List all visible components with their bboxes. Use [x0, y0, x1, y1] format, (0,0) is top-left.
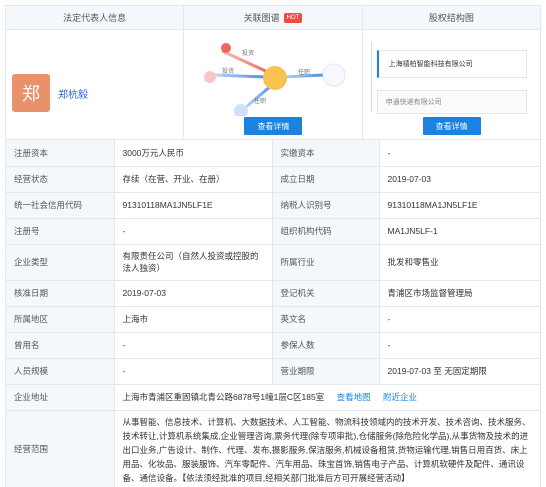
field-value: -: [379, 306, 540, 333]
relation-graph-icon[interactable]: 投资 任职 投资 任职: [184, 31, 362, 116]
field-label: 纳税人识别号: [272, 192, 380, 219]
field-label: 曾用名: [6, 332, 115, 359]
field-label: 所属地区: [6, 306, 115, 333]
field-value: 批发和零售业: [379, 244, 540, 281]
field-label: 企业类型: [6, 244, 115, 281]
company-info-card: 法定代表人信息 郑 郑杭毅 关联图谱 HOT 投资 任职 投资 任职 查看详情 …: [5, 5, 541, 487]
field-value: 存续（在营、开业、在册）: [114, 166, 273, 193]
field-value: MA1JN5LF-1: [379, 218, 540, 245]
table-row: 统一社会信用代码 91310118MA1JN5LF1E 纳税人识别号 91310…: [6, 192, 540, 219]
graph-center-node: [263, 66, 288, 90]
table-row: 经营范围 从事智能、信息技术、计算机、大数据技术、人工智能、物流科技领域内的技术…: [6, 410, 540, 487]
equity-detail-button[interactable]: 查看详情: [422, 117, 481, 135]
table-row: 经营状态 存续（在营、开业、在册） 成立日期 2019-07-03: [6, 166, 540, 193]
address-cell: 上海市青浦区重固镇北青公路6878号1幢1层C区185室 查看地图 附近企业: [114, 384, 540, 411]
equity-shareholder-node[interactable]: 申通快递有限公司: [376, 90, 527, 114]
relation-graph-header: 关联图谱 HOT: [184, 6, 362, 30]
field-label: 注册资本: [6, 140, 115, 167]
nearby-companies-link[interactable]: 附近企业: [383, 392, 417, 402]
field-label: 参保人数: [272, 332, 380, 359]
field-value: -: [114, 332, 273, 359]
field-label: 经营范围: [6, 410, 115, 487]
graph-node: [221, 43, 232, 53]
equity-connector: [370, 42, 372, 112]
table-row: 企业类型 有限责任公司（自然人投资或控股的法人独资） 所属行业 批发和零售业: [6, 244, 540, 281]
relation-detail-button[interactable]: 查看详情: [244, 117, 303, 135]
table-row: 注册资本 3000万元人民币 实缴资本 -: [6, 140, 540, 167]
field-label: 组织机构代码: [272, 218, 380, 245]
equity-panel: 股权结构图 上海禧柏智能科技有限公司 申通快递有限公司 查看详情: [362, 6, 540, 139]
graph-edge-label: 任职: [298, 68, 310, 76]
table-row: 曾用名 - 参保人数 -: [6, 332, 540, 359]
field-label: 统一社会信用代码: [6, 192, 115, 219]
field-label: 实缴资本: [272, 140, 380, 167]
business-info-table: 注册资本 3000万元人民币 实缴资本 - 经营状态 存续（在营、开业、在册） …: [6, 140, 540, 487]
field-value: -: [114, 358, 273, 385]
field-label: 成立日期: [272, 166, 380, 193]
business-scope-value: 从事智能、信息技术、计算机、大数据技术、人工智能、物流科技领域内的技术开发、技术…: [114, 410, 540, 487]
summary-panels: 法定代表人信息 郑 郑杭毅 关联图谱 HOT 投资 任职 投资 任职 查看详情 …: [6, 5, 540, 140]
field-value: 2019-07-03: [379, 166, 540, 193]
graph-edge-label: 任职: [254, 97, 266, 105]
equity-company-node[interactable]: 上海禧柏智能科技有限公司: [376, 50, 527, 78]
table-row: 企业地址 上海市青浦区重固镇北青公路6878号1幢1层C区185室 查看地图 附…: [6, 384, 540, 411]
field-value: 91310118MA1JN5LF1E: [379, 192, 540, 219]
field-value: -: [379, 332, 540, 359]
relation-graph-title: 关联图谱: [243, 13, 280, 23]
relation-graph-panel: 关联图谱 HOT 投资 任职 投资 任职 查看详情: [184, 6, 363, 139]
table-row: 注册号 - 组织机构代码 MA1JN5LF-1: [6, 218, 540, 245]
field-value: 上海市: [114, 306, 273, 333]
legal-rep-panel: 法定代表人信息 郑 郑杭毅: [6, 6, 185, 139]
field-label: 核准日期: [6, 280, 115, 307]
field-label: 企业地址: [6, 384, 115, 411]
field-value: 青浦区市场监督管理局: [379, 280, 540, 307]
table-row: 所属地区 上海市 英文名 -: [6, 306, 540, 333]
field-value: 3000万元人民币: [114, 140, 273, 167]
graph-node: [322, 63, 346, 87]
field-value: -: [114, 218, 273, 245]
legal-rep-header: 法定代表人信息: [6, 6, 184, 30]
hot-badge: HOT: [283, 12, 303, 23]
graph-edge-label: 投资: [222, 67, 234, 75]
view-map-link[interactable]: 查看地图: [337, 392, 371, 402]
legal-rep-name-link[interactable]: 郑杭毅: [58, 86, 88, 101]
field-label: 英文名: [272, 306, 380, 333]
equity-header: 股权结构图: [362, 6, 540, 30]
field-label: 营业期限: [272, 358, 380, 385]
field-value: 有限责任公司（自然人投资或控股的法人独资）: [114, 244, 273, 281]
field-label: 人员规模: [6, 358, 115, 385]
graph-edge: [214, 73, 267, 79]
field-label: 登记机关: [272, 280, 380, 307]
field-value: 91310118MA1JN5LF1E: [114, 192, 273, 219]
field-value: -: [379, 140, 540, 167]
table-row: 人员规模 - 营业期限 2019-07-03 至 无固定期限: [6, 358, 540, 385]
field-value: 2019-07-03: [114, 280, 273, 307]
field-label: 经营状态: [6, 166, 115, 193]
field-label: 所属行业: [272, 244, 380, 281]
table-row: 核准日期 2019-07-03 登记机关 青浦区市场监督管理局: [6, 280, 540, 307]
graph-edge-label: 投资: [242, 49, 254, 57]
field-value: 2019-07-03 至 无固定期限: [379, 358, 540, 385]
avatar: 郑: [12, 74, 50, 112]
field-label: 注册号: [6, 218, 115, 245]
graph-node: [204, 71, 217, 83]
address-value: 上海市青浦区重固镇北青公路6878号1幢1层C区185室: [122, 392, 325, 402]
